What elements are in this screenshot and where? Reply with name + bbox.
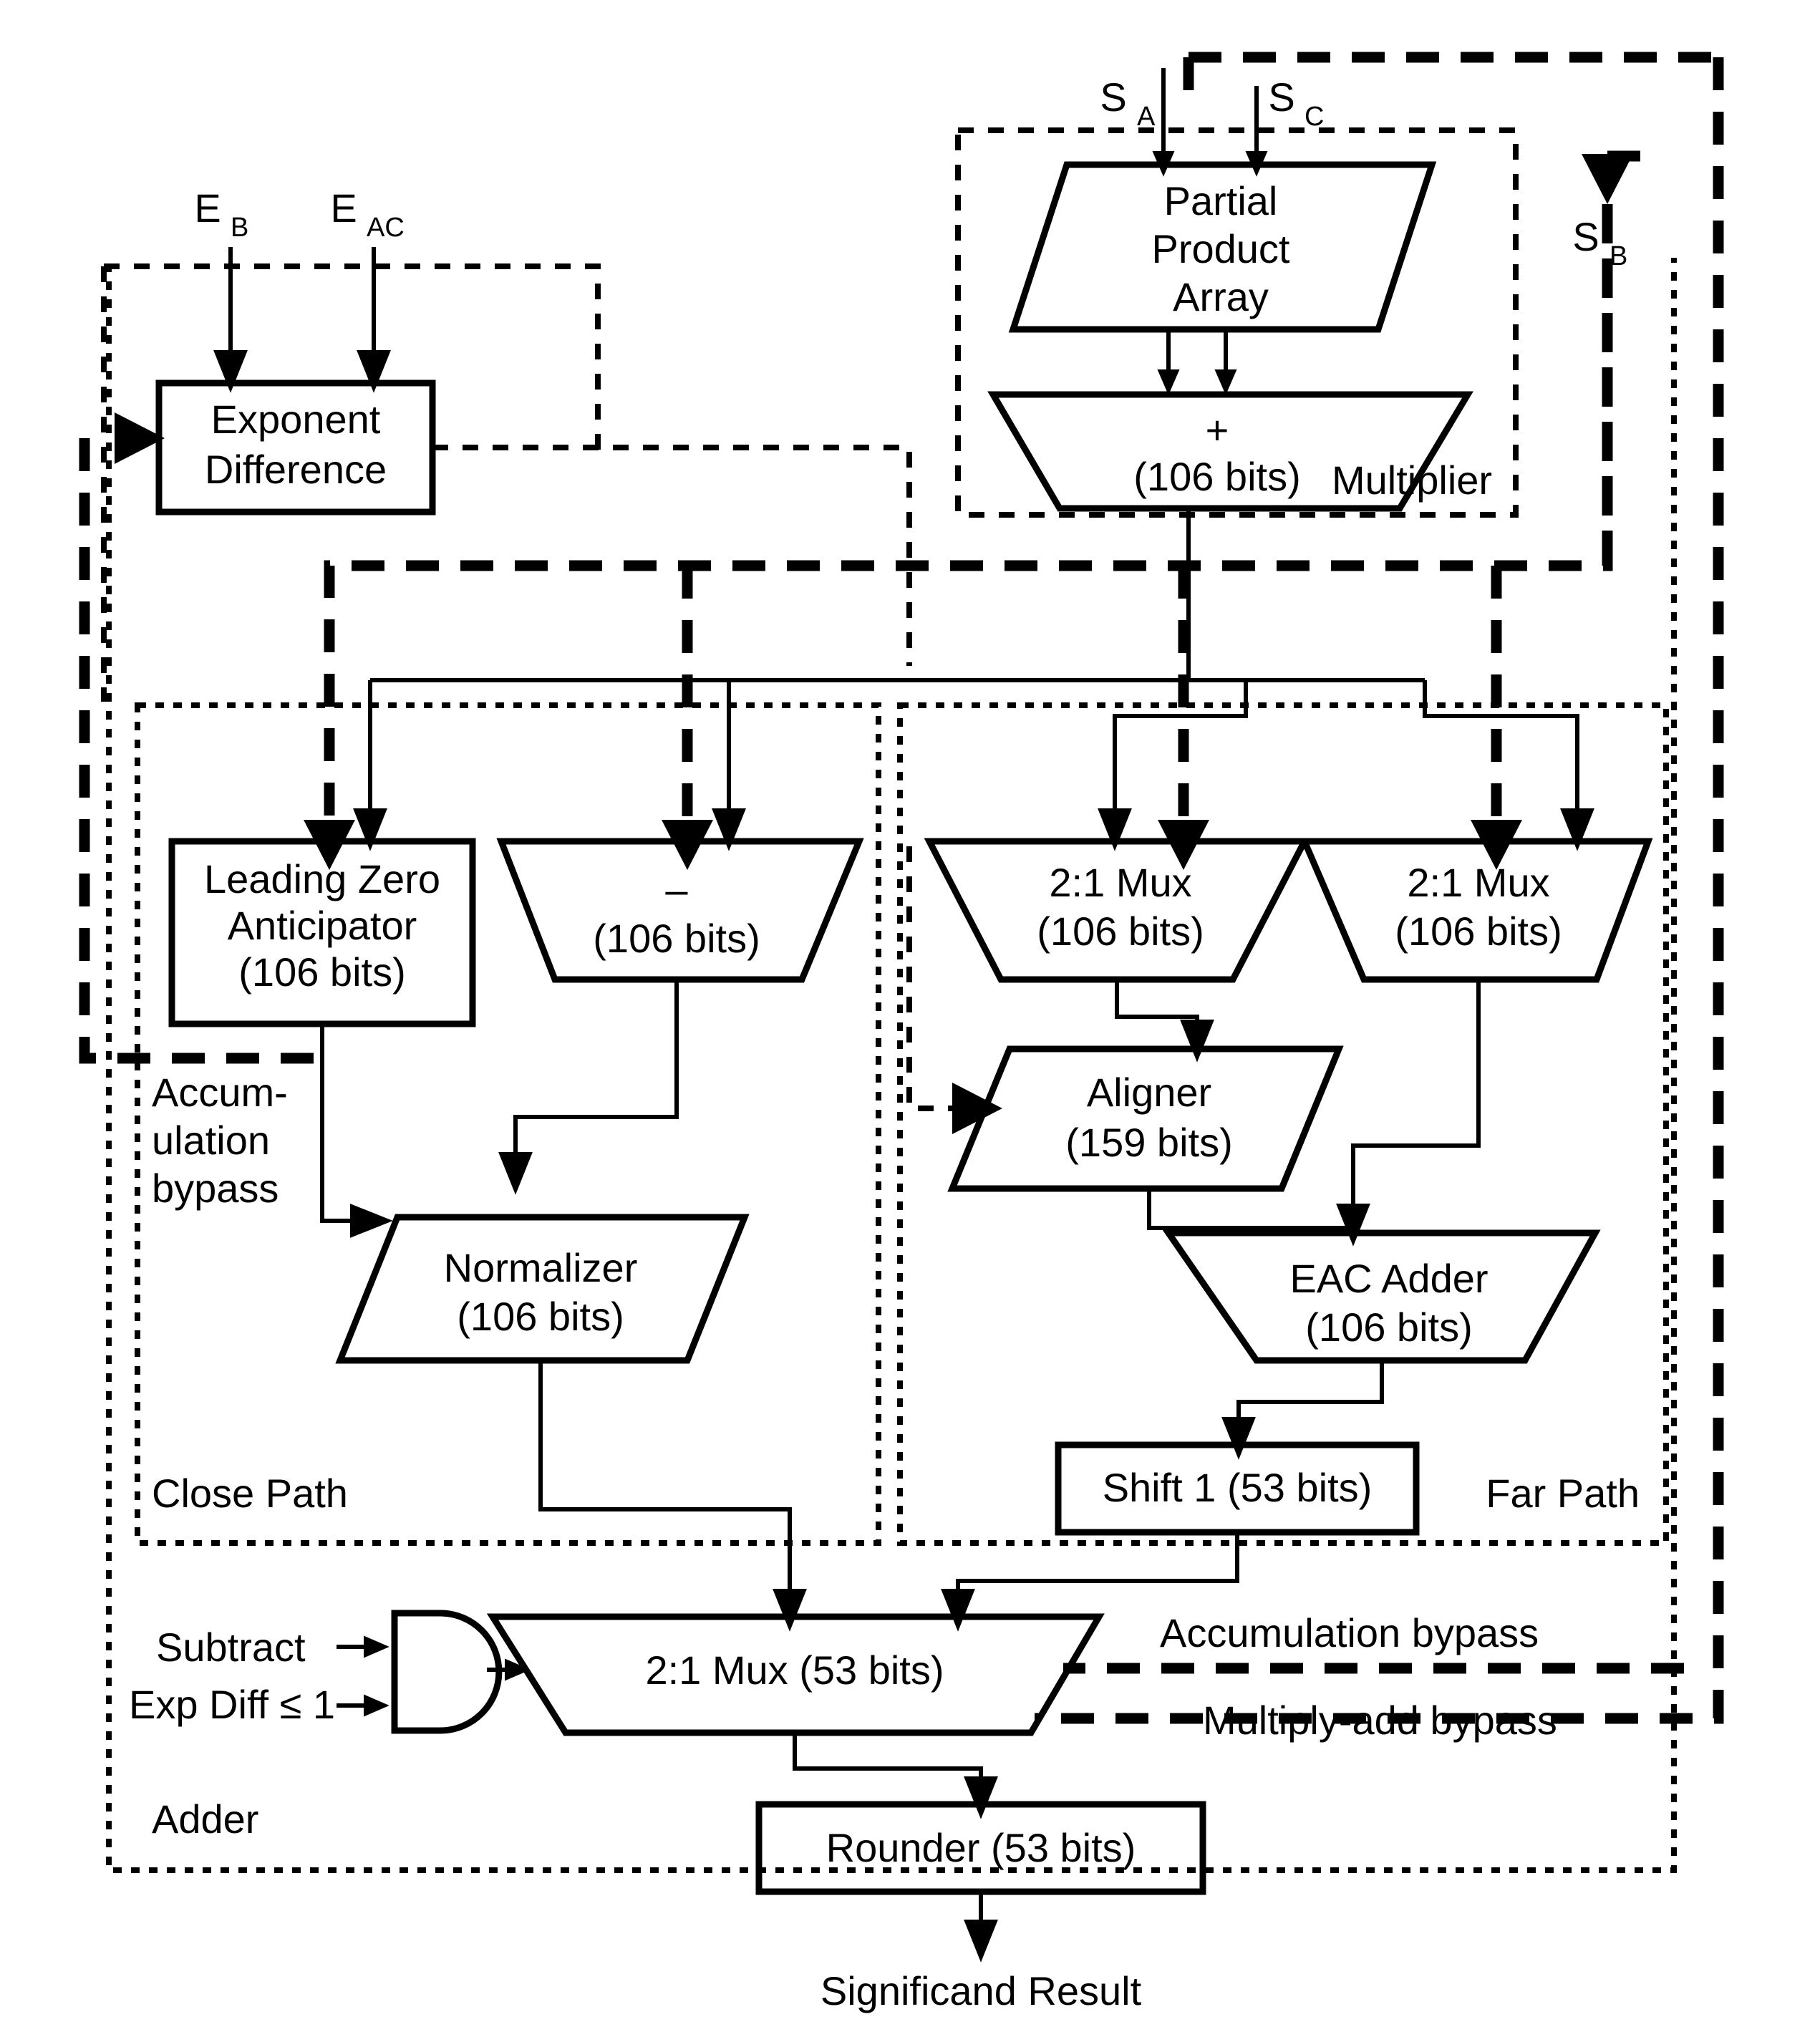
- mux-right-line1: 2:1 Mux: [1407, 860, 1549, 905]
- diagram-canvas: E B E AC S A S C S B Exponent Difference…: [0, 0, 1820, 2027]
- lza-line1: Leading Zero: [204, 856, 440, 901]
- mux-right-to-eac-wire: [1336, 979, 1481, 1247]
- exponent-difference-line2: Difference: [205, 447, 387, 492]
- ppa-line2: Product: [1152, 226, 1290, 271]
- normalizer-to-final-mux-wire: [538, 1360, 807, 1632]
- ppa-to-adder-wires: [1157, 329, 1237, 395]
- final-mux-to-rounder-wire: [793, 1733, 998, 1819]
- aligner-line1: Aligner: [1087, 1070, 1211, 1115]
- ppa-line3: Array: [1173, 274, 1269, 319]
- final-mux-line1: 2:1 Mux (53 bits): [645, 1648, 944, 1693]
- mux-left-to-aligner-wire: [1115, 979, 1214, 1063]
- accum-bypass-line2: ulation: [152, 1118, 270, 1163]
- exponent-difference-line1: Exponent: [211, 397, 381, 442]
- eb-label: E: [194, 185, 221, 231]
- far-path-label: Far Path: [1486, 1471, 1640, 1516]
- multiplier-adder-line1: +: [1206, 407, 1229, 453]
- block-partial-product-array[interactable]: Partial Product Array: [1008, 161, 1437, 333]
- normalizer-line2: (106 bits): [457, 1294, 624, 1339]
- multiplier-region-label: Multiplier: [1332, 458, 1492, 503]
- block-eac-adder[interactable]: EAC Adder (106 bits): [1162, 1229, 1601, 1364]
- output-significand: Significand Result: [821, 1892, 1142, 2013]
- subtractor-line1: –: [665, 867, 688, 912]
- subtract-label: Subtract: [156, 1625, 306, 1670]
- sa-subscript: A: [1137, 102, 1156, 132]
- sb-subscript: B: [1610, 241, 1627, 271]
- sc-label: S: [1268, 74, 1294, 120]
- input-sa: S A: [1100, 68, 1175, 177]
- block-shift1[interactable]: Shift 1 (53 bits): [1055, 1441, 1420, 1536]
- mux-left-line2: (106 bits): [1037, 909, 1204, 954]
- lza-line2: Anticipator: [228, 903, 417, 948]
- multiplier-result-bus: [353, 508, 1594, 851]
- input-sc: S C: [1245, 74, 1324, 177]
- eb-subscript: B: [231, 213, 248, 243]
- block-normalizer[interactable]: Normalizer (106 bits): [335, 1214, 750, 1364]
- shift1-line1: Shift 1 (53 bits): [1103, 1465, 1373, 1510]
- aligner-line2: (159 bits): [1065, 1120, 1232, 1165]
- input-eb: E B: [194, 185, 248, 393]
- eac-adder-line1: EAC Adder: [1289, 1256, 1488, 1301]
- accum-bypass-line1: Accum-: [152, 1070, 288, 1115]
- block-aligner[interactable]: Aligner (159 bits): [947, 1045, 1344, 1192]
- block-mux-right[interactable]: 2:1 Mux (106 bits): [1299, 838, 1653, 983]
- block-rounder[interactable]: Rounder (53 bits): [755, 1801, 1206, 1895]
- sa-label: S: [1100, 74, 1126, 120]
- mux-left-line1: 2:1 Mux: [1049, 860, 1191, 905]
- multiplier-adder-line2: (106 bits): [1133, 454, 1300, 499]
- block-diagram-svg: E B E AC S A S C S B Exponent Difference…: [79, 52, 1724, 2013]
- multiply-add-bypass-label: Multiply-add bypass: [1203, 1698, 1557, 1743]
- eac-subscript: AC: [367, 213, 405, 243]
- rounder-line1: Rounder (53 bits): [826, 1825, 1136, 1870]
- eac-to-shift1-wire: [1221, 1360, 1384, 1460]
- accumulation-bypass-right-label: Accumulation bypass: [1160, 1610, 1539, 1655]
- eac-label: E: [330, 185, 357, 231]
- ppa-line1: Partial: [1164, 178, 1278, 223]
- mux-right-line2: (106 bits): [1395, 909, 1562, 954]
- accum-bypass-line3: bypass: [152, 1166, 279, 1211]
- input-sb: S B: [1572, 214, 1627, 271]
- normalizer-line1: Normalizer: [444, 1245, 638, 1290]
- subtractor-to-normalizer-wire: [498, 979, 679, 1195]
- control-exp-diff: Exp Diff ≤ 1: [129, 1682, 389, 1727]
- lza-line3: (106 bits): [238, 949, 405, 995]
- aligner-to-eac-wire: [1147, 1189, 1353, 1230]
- block-exponent-difference[interactable]: Exponent Difference: [155, 379, 912, 666]
- control-subtract: Subtract: [156, 1625, 389, 1670]
- far-path-boundary: [897, 702, 1669, 1546]
- sc-subscript: C: [1305, 102, 1324, 132]
- subtractor-line2: (106 bits): [593, 916, 760, 961]
- significand-result-label: Significand Result: [821, 1968, 1142, 2013]
- sb-label: S: [1572, 214, 1599, 259]
- block-leading-zero-anticipator[interactable]: Leading Zero Anticipator (106 bits): [168, 838, 476, 1027]
- input-eac: E AC: [330, 185, 405, 393]
- block-subtractor[interactable]: – (106 bits): [496, 838, 864, 983]
- eac-adder-line2: (106 bits): [1305, 1305, 1472, 1350]
- close-path-label: Close Path: [152, 1471, 348, 1516]
- block-mux-left[interactable]: 2:1 Mux (106 bits): [924, 838, 1310, 983]
- accumulation-bypass-left-label: Accum- ulation bypass: [152, 1070, 288, 1211]
- exp-diff-label: Exp Diff ≤ 1: [129, 1682, 335, 1727]
- lza-to-normalizer-wire: [320, 1024, 393, 1238]
- block-final-mux[interactable]: 2:1 Mux (53 bits): [486, 1613, 1105, 1736]
- adder-region-label: Adder: [152, 1796, 258, 1842]
